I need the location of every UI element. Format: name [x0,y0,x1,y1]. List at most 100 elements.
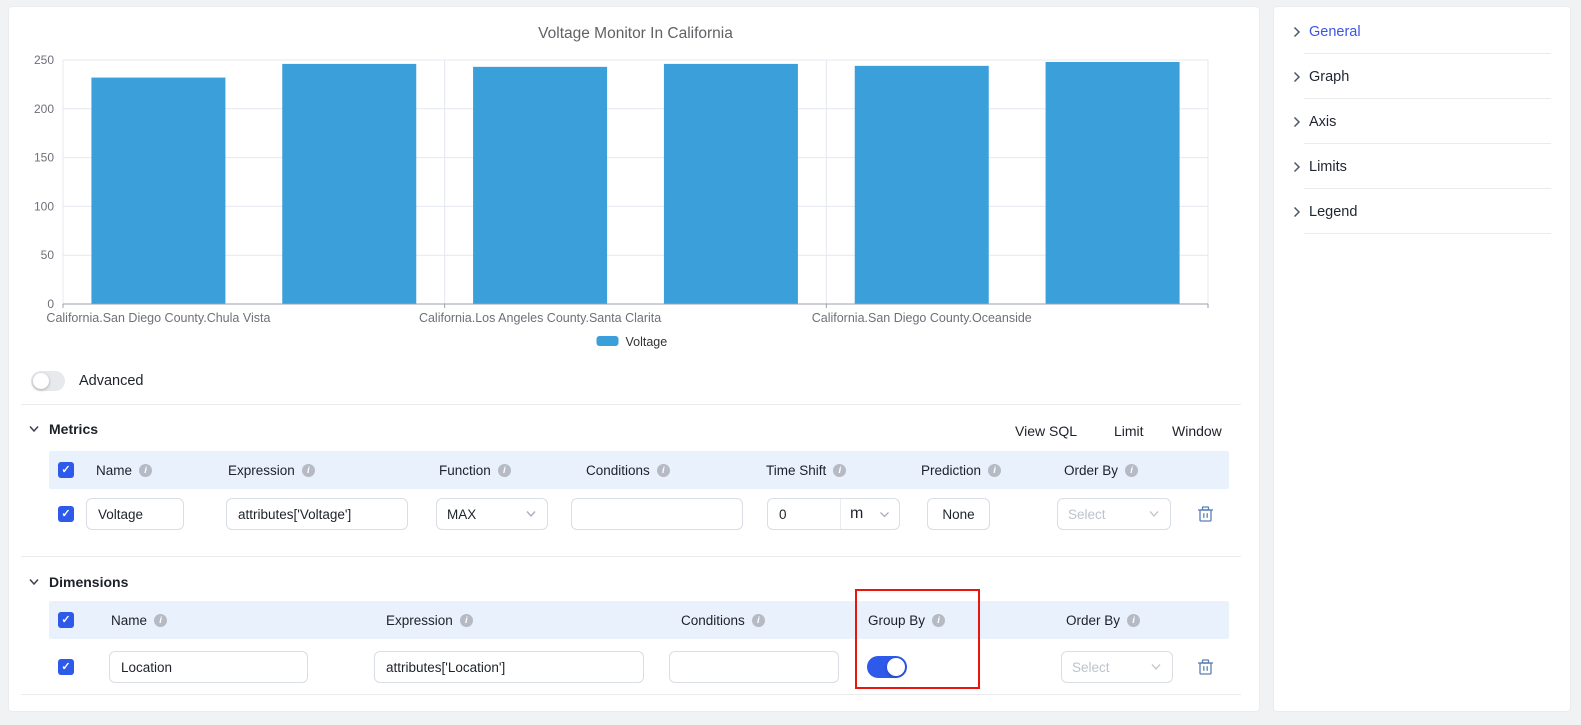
svg-text:0: 0 [47,297,54,311]
dim-col-group-by: Group By [868,612,926,628]
delete-metric-button[interactable] [1197,505,1214,528]
chevron-right-icon [1293,161,1301,172]
info-icon[interactable] [459,613,473,627]
divider [21,404,1241,405]
chevron-right-icon [1293,206,1301,217]
metrics-section-header[interactable]: Metrics [28,421,98,437]
metrics-select-all-checkbox[interactable] [58,462,74,478]
metrics-col-conditions: Conditions [586,462,650,478]
metrics-col-name: Name [96,462,133,478]
sidebar-item-general[interactable]: General [1274,9,1570,54]
metrics-col-prediction: Prediction [921,462,982,478]
chevron-right-icon [1293,71,1301,82]
advanced-toggle[interactable] [31,371,65,391]
metric-conditions-input[interactable] [571,498,743,530]
svg-text:150: 150 [34,151,54,165]
svg-text:200: 200 [34,102,54,116]
time-shift-input[interactable] [768,499,840,529]
chevron-right-icon [1293,26,1301,37]
info-icon[interactable] [833,463,847,477]
dimension-expression-input[interactable] [374,651,644,683]
function-value: MAX [447,506,477,522]
dimensions-section-header[interactable]: Dimensions [28,574,128,590]
info-icon[interactable] [497,463,511,477]
sidebar-item-label: Axis [1309,113,1337,130]
metric-name-input[interactable] [86,498,184,530]
info-icon[interactable] [751,613,765,627]
svg-text:California.San Diego County.Oc: California.San Diego County.Oceanside [812,311,1032,325]
chevron-down-icon [1149,511,1159,518]
dimensions-header-row [49,601,1229,639]
metric-expression-input[interactable] [226,498,408,530]
sidebar-item-label: Limits [1309,158,1347,175]
chevron-right-icon [1293,116,1301,127]
chevron-down-icon [526,511,536,518]
info-icon[interactable] [154,613,168,627]
dimensions-select-all-checkbox[interactable] [58,612,74,628]
sidebar-item-legend[interactable]: Legend [1274,189,1570,234]
chevron-down-icon [29,579,39,586]
prediction-button[interactable]: None [927,498,990,530]
info-icon[interactable] [139,463,153,477]
dim-col-name: Name [111,612,148,628]
metric-row-checkbox[interactable] [58,506,74,522]
toggle-knob [887,658,905,676]
dimension-row-checkbox[interactable] [58,659,74,675]
svg-text:50: 50 [41,248,55,262]
sidebar-item-limits[interactable]: Limits [1274,144,1570,189]
sidebar-item-label: Legend [1309,203,1358,220]
sidebar-item-axis[interactable]: Axis [1274,99,1570,144]
divider [21,694,1241,695]
delete-dimension-button[interactable] [1197,658,1214,681]
info-icon[interactable] [656,463,670,477]
trash-icon [1198,506,1213,522]
chevron-down-icon [29,426,39,433]
trash-icon [1198,659,1213,675]
view-sql-button[interactable]: View SQL [1015,423,1077,439]
voltage-bar-chart: 0 50 100 150 200 250 California.San Diego Coun… [34,25,1209,349]
svg-text:California.San Diego County.Ch: California.San Diego County.Chula Vista [46,311,270,325]
dimension-name-input[interactable] [109,651,308,683]
sidebar-item-label: Graph [1309,68,1350,85]
metric-order-by-select[interactable]: Select [1057,498,1171,530]
svg-text:250: 250 [34,53,54,67]
metrics-section-label: Metrics [49,421,99,437]
dimension-order-by-select[interactable]: Select [1061,651,1173,683]
info-icon[interactable] [301,463,315,477]
metrics-col-time-shift: Time Shift [766,462,827,478]
chevron-down-icon [880,511,889,517]
dim-col-order-by: Order By [1066,612,1121,628]
limit-button[interactable]: Limit [1114,423,1144,439]
dimensions-section-label: Dimensions [49,574,129,590]
order-by-placeholder: Select [1068,506,1106,522]
order-by-placeholder: Select [1072,659,1110,675]
svg-text:California.Los Angeles County.: California.Los Angeles County.Santa Clar… [419,311,661,325]
svg-text:Voltage Monitor In California: Voltage Monitor In California [538,25,733,42]
metrics-col-function: Function [439,462,491,478]
sidebar-item-label: General [1309,23,1361,40]
metrics-col-order-by: Order By [1064,462,1119,478]
divider [21,556,1241,557]
group-by-toggle[interactable] [867,656,907,678]
info-icon[interactable] [988,463,1002,477]
time-shift-unit-select[interactable]: m [840,499,899,529]
window-button[interactable]: Window [1172,423,1222,439]
info-icon[interactable] [1127,613,1141,627]
time-shift-unit-value: m [850,505,864,522]
dim-col-expression: Expression [386,612,453,628]
svg-text:100: 100 [34,199,54,213]
time-shift-group: m [767,498,900,530]
dimension-conditions-input[interactable] [669,651,839,683]
settings-section-list: General Graph Axis Limits Legend [1274,7,1570,234]
info-icon[interactable] [932,613,946,627]
metrics-col-expression: Expression [228,462,295,478]
advanced-label: Advanced [79,373,144,389]
sidebar-item-graph[interactable]: Graph [1274,54,1570,99]
toggle-knob [33,373,49,389]
settings-sidebar: General Graph Axis Limits Legend [1273,6,1571,712]
info-icon[interactable] [1125,463,1139,477]
svg-text:Voltage: Voltage [626,335,668,349]
metric-function-select[interactable]: MAX [436,498,548,530]
chart-config-panel: 0 50 100 150 200 250 California.San Diego Coun… [8,6,1260,712]
dim-col-conditions: Conditions [681,612,745,628]
